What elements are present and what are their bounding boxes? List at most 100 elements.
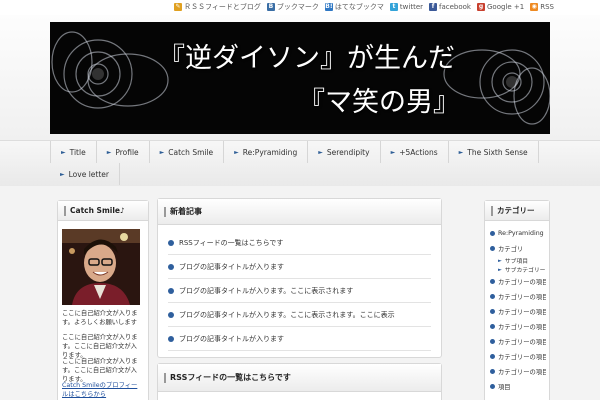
profile-text-1: ここに自己紹介文が入ります。よろしくお願いします bbox=[62, 310, 138, 326]
rss-panel-title: RSSフィードの一覧はこちらです bbox=[170, 373, 291, 382]
category-label: カテゴリ bbox=[498, 246, 524, 253]
category-label: カテゴリーの項目が入 bbox=[498, 324, 546, 331]
profile-photo bbox=[62, 229, 140, 305]
nav-item--5actions[interactable]: ► +5Actions bbox=[381, 141, 449, 163]
nav-item-label: The Sixth Sense bbox=[467, 147, 528, 157]
nav-item-profile[interactable]: ► Profile bbox=[97, 141, 150, 163]
arrow-right-icon: ► bbox=[458, 148, 464, 156]
title-bar-icon bbox=[164, 372, 166, 383]
category-item[interactable]: カテゴリーの項目が入ります bbox=[490, 349, 546, 364]
main-nav: ► Title ► Profile ► Catch Smile ► Re:Pyramiding… bbox=[50, 141, 550, 185]
nav-item-the-sixth-sense[interactable]: ► The Sixth Sense bbox=[449, 141, 539, 163]
profile-text-3: ここに自己紹介文が入ります。ここに自己紹介文が入ります。 bbox=[62, 358, 138, 383]
subcategory-label: サブカテゴリーの項目が入ります bbox=[504, 268, 546, 274]
category-panel-title: カテゴリー bbox=[497, 206, 535, 215]
arrow-right-icon: ► bbox=[60, 170, 65, 178]
category-label: カテゴリーの項目 bbox=[498, 279, 546, 286]
bullet-icon bbox=[168, 287, 174, 294]
nav-item-label: Catch Smile bbox=[168, 147, 214, 157]
bullet-icon bbox=[490, 384, 495, 389]
category-item[interactable]: カテゴリ bbox=[490, 241, 546, 256]
title-bar-icon bbox=[64, 205, 66, 216]
nav-item-label: Love letter bbox=[68, 169, 109, 179]
bullet-icon bbox=[490, 231, 495, 236]
toplink-label: facebook bbox=[439, 3, 471, 11]
category-label: カテゴリーの項目が入ります bbox=[498, 354, 546, 361]
twitter-icon: t bbox=[389, 3, 398, 11]
profile-link[interactable]: Catch Smileのプロフィールはこちらから bbox=[62, 381, 142, 399]
nav-item-title[interactable]: ► Title bbox=[50, 141, 97, 163]
bullet-icon bbox=[168, 263, 174, 270]
banner-title-line1: 『逆ダイソン』が生んだ bbox=[158, 43, 455, 74]
top-utility-bar: ✎ ＲＳＳフィードとブログ B ブックマーク B! はてなブックマ t twitter f fac… bbox=[0, 0, 600, 15]
nav-item-re-pyramiding[interactable]: ► Re:Pyramiding bbox=[224, 141, 309, 163]
google-plus-icon: g bbox=[477, 3, 485, 11]
nav-item-serendipity[interactable]: ► Serendipity bbox=[308, 141, 381, 163]
toplink-pencil[interactable]: ✎ ＲＳＳフィードとブログ bbox=[174, 2, 261, 12]
recent-post-title: ブログの記事タイトルが入ります。ここに表示されます bbox=[179, 286, 354, 295]
nav-item-label: Title bbox=[69, 147, 86, 157]
category-item[interactable]: カテゴリーの項目が入 bbox=[490, 319, 546, 334]
nav-item-love-letter[interactable]: ► Love letter bbox=[50, 163, 120, 185]
subcategory-item[interactable]: ►サブカテゴリーの項目が入ります bbox=[490, 265, 546, 275]
category-item[interactable]: カテゴリーの項目 bbox=[490, 274, 546, 289]
nav-item-label: Serendipity bbox=[326, 147, 370, 157]
rss-panel-header: RSSフィードの一覧はこちらです bbox=[158, 364, 441, 392]
toplink-label: はてなブックマ bbox=[334, 3, 384, 11]
toplink-google-plus[interactable]: g Google +1 bbox=[477, 2, 524, 12]
recent-posts-title: 新着記事 bbox=[170, 207, 202, 216]
recent-post-item[interactable]: ブログの記事タイトルが入ります bbox=[168, 327, 431, 351]
profile-panel-header: Catch Smile♪ bbox=[58, 201, 148, 221]
banner-title-line2: 『マ笑の男』 bbox=[298, 87, 460, 118]
category-item[interactable]: カテゴリーの項目 bbox=[490, 364, 546, 379]
subcategory-item[interactable]: ► サブ項目 bbox=[490, 256, 546, 266]
nav-item-label: Re:Pyramiding bbox=[242, 147, 298, 157]
toplink-facebook[interactable]: f facebook bbox=[429, 2, 471, 12]
recent-posts-list: RSSフィードの一覧はこちらです ブログの記事タイトルが入ります ブログの記事タイト… bbox=[158, 225, 441, 351]
toplink-rss[interactable]: ◉ RSS bbox=[530, 2, 554, 12]
toplink-twitter[interactable]: t twitter bbox=[389, 2, 424, 12]
arrow-right-icon: ► bbox=[61, 148, 66, 156]
arrow-right-icon: ► bbox=[106, 148, 112, 156]
bullet-icon bbox=[490, 369, 495, 374]
category-label: Re:Pyramiding bbox=[498, 230, 544, 237]
category-item[interactable]: カテゴリーの項目 bbox=[490, 304, 546, 319]
bullet-icon bbox=[168, 239, 174, 246]
toplink-label: twitter bbox=[399, 3, 424, 11]
category-item[interactable]: カテゴリーの項目 bbox=[490, 334, 546, 349]
toplink-bookmark[interactable]: B ブックマーク bbox=[266, 2, 319, 12]
bullet-icon bbox=[490, 294, 495, 299]
recent-post-title: ブログの記事タイトルが入ります bbox=[179, 334, 284, 343]
category-label: カテゴリーの項目 bbox=[498, 309, 546, 316]
title-bar-icon bbox=[491, 205, 493, 216]
bullet-icon bbox=[168, 335, 174, 342]
arrow-right-icon: ► bbox=[159, 148, 165, 156]
profile-panel-title: Catch Smile♪ bbox=[70, 206, 125, 215]
profile-panel: Catch Smile♪ ここに自己紹介文が入ります。よろしくお願いします ここ… bbox=[57, 200, 149, 400]
pencil-icon: ✎ bbox=[174, 3, 183, 11]
recent-post-item[interactable]: RSSフィードの一覧はこちらです bbox=[168, 231, 431, 255]
toplink-hatena[interactable]: B! はてなブックマ bbox=[324, 2, 384, 12]
social-links: ✎ ＲＳＳフィードとブログ B ブックマーク B! はてなブックマ t twitter f fac… bbox=[174, 2, 554, 12]
toplink-label: ＲＳＳフィードとブログ bbox=[184, 3, 261, 11]
site-banner[interactable]: 『逆ダイソン』が生んだ 『マ笑の男』 bbox=[50, 22, 550, 134]
recent-post-title: RSSフィードの一覧はこちらです bbox=[179, 238, 284, 247]
category-item[interactable]: 項目 bbox=[490, 379, 546, 394]
category-label: カテゴリーの項目が入ります bbox=[498, 294, 546, 301]
rss-panel: RSSフィードの一覧はこちらです bbox=[157, 363, 442, 400]
nav-item-catch-smile[interactable]: ► Catch Smile bbox=[150, 141, 225, 163]
category-panel: カテゴリー Re:Pyramiding カテゴリ ►サブ項目►サブカテゴリーの項目が… bbox=[484, 200, 550, 400]
bookmark-icon: B bbox=[266, 3, 275, 11]
category-item[interactable]: カテゴリーの項目が入ります bbox=[490, 289, 546, 304]
recent-post-title: ブログの記事タイトルが入ります bbox=[179, 262, 284, 271]
profile-text-2: ここに自己紹介文が入ります。ここに自己紹介文が入ります。 bbox=[62, 334, 138, 359]
profile-photo-graphic bbox=[62, 229, 140, 305]
recent-post-item[interactable]: ブログの記事タイトルが入ります。ここに表示されます。ここに表示 bbox=[168, 303, 431, 327]
toplink-label: Google +1 bbox=[487, 3, 525, 11]
arrow-right-icon: ► bbox=[390, 148, 396, 156]
category-item[interactable]: Re:Pyramiding bbox=[490, 226, 546, 241]
toplink-label: RSS bbox=[540, 3, 554, 11]
recent-post-item[interactable]: ブログの記事タイトルが入ります。ここに表示されます bbox=[168, 279, 431, 303]
recent-posts-panel: 新着記事 RSSフィードの一覧はこちらです ブログの記事タイトルが入ります ブログの… bbox=[157, 198, 442, 358]
recent-post-item[interactable]: ブログの記事タイトルが入ります bbox=[168, 255, 431, 279]
